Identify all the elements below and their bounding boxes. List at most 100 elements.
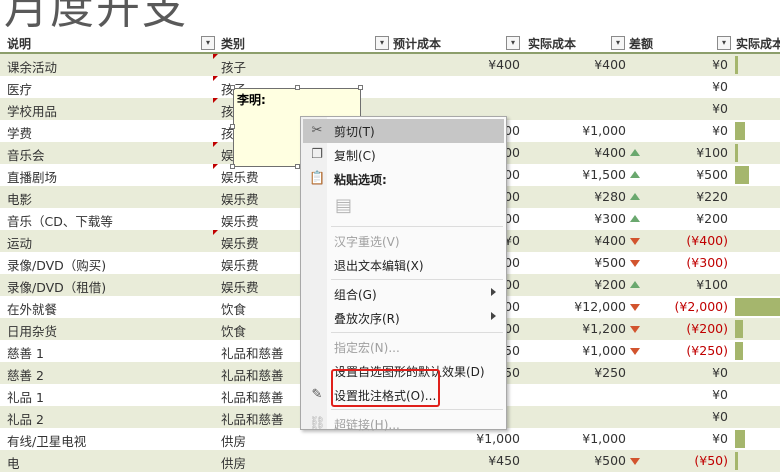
- comment-author: 李明:: [237, 93, 266, 107]
- cell-description: 直播剧场: [7, 170, 58, 185]
- data-bar: [735, 320, 743, 338]
- menu-item-label: 超链接(H)...: [334, 418, 400, 432]
- column-header-row: 说明 类别 预计成本 实际成本 差额 实际成本 ▾ ▾ ▾ ▾ ▾: [0, 32, 780, 54]
- comment-indicator-icon: [213, 76, 218, 81]
- cell-description: 录像/DVD（购买): [7, 258, 107, 273]
- filter-dropdown-icon[interactable]: ▾: [611, 36, 625, 50]
- menu-item-1[interactable]: ❐ 复制(C): [303, 143, 504, 167]
- cell-category: 娱乐费: [221, 170, 259, 185]
- triangle-down-icon: [630, 238, 640, 245]
- menu-item-label: 粘贴选项:: [334, 173, 387, 187]
- cell-difference: ¥0: [712, 123, 728, 138]
- cell-difference: ¥500: [696, 167, 728, 182]
- cell-description: 电: [7, 456, 20, 471]
- table-row[interactable]: 课余活动 孩子 ¥400 ¥400 ¥0: [0, 54, 780, 76]
- cell-category: 娱乐费: [221, 236, 259, 251]
- filter-dropdown-icon[interactable]: ▾: [375, 36, 389, 50]
- comment-indicator-icon: [213, 54, 218, 59]
- cell-difference: ¥0: [712, 387, 728, 402]
- cell-planned-cost: ¥450: [488, 453, 520, 468]
- cell-description: 慈善 2: [7, 368, 44, 383]
- cell-category: 娱乐费: [221, 192, 259, 207]
- filter-dropdown-icon[interactable]: ▾: [717, 36, 731, 50]
- cell-actual-cost: ¥200: [594, 277, 626, 292]
- comment-indicator-icon: [213, 164, 218, 169]
- triangle-up-icon: [630, 171, 640, 178]
- menu-item-9[interactable]: 叠放次序(R): [303, 306, 504, 330]
- cell-difference: (¥300): [686, 255, 728, 270]
- data-bar: [735, 144, 738, 162]
- cell-difference: ¥0: [712, 409, 728, 424]
- resize-handle-bl[interactable]: [230, 164, 235, 169]
- menu-item-15[interactable]: ⛓ 超链接(H)...: [303, 412, 504, 436]
- cell-actual-cost: ¥1,000: [582, 343, 626, 358]
- clipboard-icon: 📋: [309, 171, 326, 186]
- table-row[interactable]: 医疗孩子¥0: [0, 76, 780, 98]
- cell-description: 礼品 2: [7, 412, 44, 427]
- menu-separator: [331, 409, 503, 410]
- menu-item-6[interactable]: 退出文本编辑(X): [303, 253, 504, 277]
- resize-handle-tr[interactable]: [358, 85, 363, 90]
- cell-description: 礼品 1: [7, 390, 44, 405]
- cell-description: 在外就餐: [7, 302, 58, 317]
- resize-handle-t[interactable]: [295, 85, 300, 90]
- paste-option-button[interactable]: ▤: [303, 191, 504, 224]
- menu-item-8[interactable]: 组合(G): [303, 282, 504, 306]
- column-header-5: 差额: [629, 37, 654, 51]
- comment-indicator-icon: [213, 230, 218, 235]
- comment-indicator-icon: [213, 98, 218, 103]
- cell-actual-cost: ¥400: [594, 233, 626, 248]
- triangle-down-icon: [630, 348, 640, 355]
- data-bar: [735, 166, 749, 184]
- cell-difference: ¥220: [696, 189, 728, 204]
- cell-actual-cost: ¥500: [594, 453, 626, 468]
- cell-planned-cost: ¥400: [488, 57, 520, 72]
- menu-item-5[interactable]: 汉字重选(V): [303, 229, 504, 253]
- column-header-6: 实际成本: [736, 37, 780, 51]
- cell-category: 饮食: [221, 302, 247, 317]
- cell-category: 饮食: [221, 324, 247, 339]
- cell-difference: (¥2,000): [674, 299, 729, 314]
- cell-difference: (¥200): [686, 321, 728, 336]
- cell-description: 运动: [7, 236, 33, 251]
- menu-item-0[interactable]: ✂ 剪切(T): [303, 119, 504, 143]
- cell-description: 医疗: [7, 82, 33, 97]
- cell-category: 礼品和慈善: [221, 412, 284, 427]
- cell-description: 学校用品: [7, 104, 58, 119]
- data-bar: [735, 56, 738, 74]
- cell-actual-cost: ¥400: [594, 57, 626, 72]
- menu-item-11[interactable]: 指定宏(N)...: [303, 335, 504, 359]
- cell-difference: ¥0: [712, 57, 728, 72]
- hyperlink-icon: ⛓: [309, 416, 326, 431]
- cell-category: 礼品和慈善: [221, 368, 284, 383]
- title-area: 月度开支: [0, 0, 780, 32]
- cell-difference: ¥0: [712, 101, 728, 116]
- cell-category: 娱乐费: [221, 214, 259, 229]
- cell-difference: ¥100: [696, 145, 728, 160]
- cell-category: 孩子: [221, 60, 247, 75]
- triangle-down-icon: [630, 304, 640, 311]
- column-header-4: 实际成本: [528, 37, 577, 51]
- cell-category: 供房: [221, 456, 247, 471]
- menu-item-label: 剪切(T): [334, 125, 375, 139]
- submenu-arrow-icon: [491, 288, 496, 296]
- cell-difference: ¥0: [712, 79, 728, 94]
- cell-difference: ¥0: [712, 431, 728, 446]
- cell-category: 娱: [221, 148, 234, 163]
- cell-description: 录像/DVD（租借): [7, 280, 107, 295]
- triangle-down-icon: [630, 326, 640, 333]
- column-header-2: 类别: [221, 37, 246, 51]
- menu-item-label: 叠放次序(R): [334, 312, 400, 326]
- cell-actual-cost: ¥1,000: [582, 123, 626, 138]
- resize-handle-tl[interactable]: [230, 85, 235, 90]
- data-bar: [735, 430, 745, 448]
- resize-handle-l[interactable]: [230, 124, 235, 129]
- cell-difference: (¥50): [694, 453, 728, 468]
- paste-option-icon: ▤: [335, 195, 353, 216]
- cell-actual-cost: ¥12,000: [574, 299, 626, 314]
- data-bar: [735, 342, 743, 360]
- filter-dropdown-icon[interactable]: ▾: [201, 36, 215, 50]
- page-title: 月度开支: [4, 0, 188, 32]
- menu-item-2: 📋 粘贴选项:: [303, 167, 504, 191]
- filter-dropdown-icon[interactable]: ▾: [506, 36, 520, 50]
